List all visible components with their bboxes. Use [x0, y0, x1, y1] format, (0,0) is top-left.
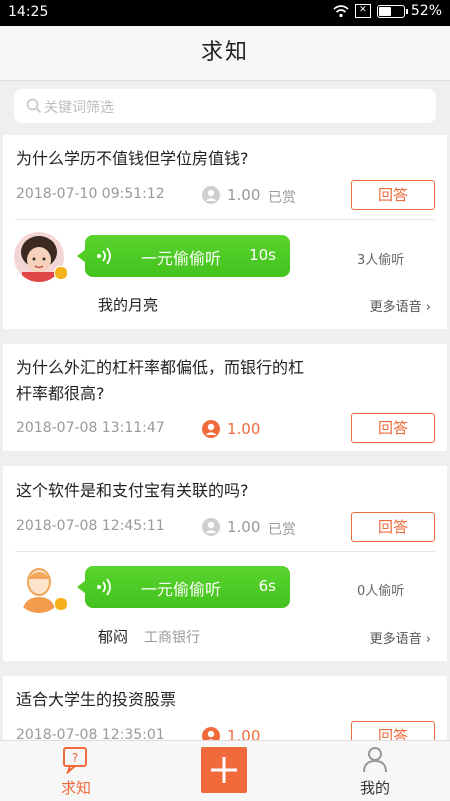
question-date: 2018-07-08 12:45:11: [16, 518, 165, 534]
sim-icon: ✕: [354, 4, 371, 18]
question-card[interactable]: 为什么学历不值钱但学位房值钱? 2018-07-10 09:51:12 1.00…: [3, 135, 447, 329]
battery-percent: 52%: [410, 3, 442, 19]
status-time: 14:25: [8, 4, 49, 20]
question-title: 这个软件是和支付宝有关联的吗?: [16, 481, 249, 500]
asker-icon: [202, 186, 220, 204]
tab-label: 求知: [60, 779, 91, 797]
answer-button[interactable]: 回答: [351, 180, 435, 210]
voice-label: 一元偷偷听: [141, 580, 222, 599]
answerer-name: 郁闷: [98, 628, 129, 646]
bottom-tab-bar: ? 求知 我的: [0, 740, 450, 801]
sound-wave-icon: [97, 578, 111, 596]
search-placeholder: 关键词筛选: [44, 100, 114, 116]
add-question-button[interactable]: [201, 747, 247, 793]
reward-status: 已赏: [268, 522, 296, 538]
voice-play-button[interactable]: 一元偷偷听 6s: [77, 566, 290, 608]
voice-duration: 6s: [258, 577, 276, 595]
search-icon: [26, 98, 42, 114]
question-title-line2: 杆率都很高?: [16, 384, 105, 403]
asker-icon: [202, 420, 220, 438]
wifi-icon: [333, 5, 349, 18]
tab-mine[interactable]: 我的: [335, 741, 415, 801]
reward-amount: 1.00: [227, 186, 261, 204]
voice-label: 一元偷偷听: [141, 249, 222, 268]
divider: [15, 219, 435, 220]
reward-amount: 1.00: [227, 518, 261, 536]
more-voice-link[interactable]: 更多语音 ›: [370, 628, 431, 647]
plus-icon: [211, 757, 237, 783]
answerer-org: 工商银行: [144, 630, 200, 646]
sound-wave-icon: [97, 247, 111, 265]
tab-label: 我的: [359, 779, 390, 797]
answer-button[interactable]: 回答: [351, 721, 435, 740]
question-bubble-icon: ?: [63, 747, 87, 774]
answer-button[interactable]: 回答: [351, 512, 435, 542]
divider: [15, 551, 435, 552]
search-input[interactable]: 关键词筛选: [14, 89, 436, 123]
question-date: 2018-07-08 13:11:47: [16, 420, 165, 436]
reward-amount: 1.00: [227, 727, 261, 740]
title-bar: 求知: [0, 26, 450, 81]
voice-play-button[interactable]: 一元偷偷听 10s: [77, 235, 290, 277]
status-bar: 14:25 ✕ 52%: [0, 0, 450, 26]
svg-text:?: ?: [72, 751, 78, 765]
asker-icon: [202, 518, 220, 536]
question-card[interactable]: 适合大学生的投资股票 2018-07-08 12:35:01 1.00 回答: [3, 676, 447, 740]
more-voice-link[interactable]: 更多语音 ›: [370, 296, 431, 315]
asker-icon: [202, 727, 220, 740]
listener-count: 3人偷听: [357, 253, 405, 268]
voice-duration: 10s: [249, 246, 276, 264]
reward-amount: 1.00: [227, 420, 261, 438]
question-card[interactable]: 为什么外汇的杠杆率都偏低，而银行的杠 杆率都很高? 2018-07-08 13:…: [3, 344, 447, 451]
answer-button[interactable]: 回答: [351, 413, 435, 443]
status-icons: ✕ 52%: [333, 3, 442, 19]
question-card[interactable]: 这个软件是和支付宝有关联的吗? 2018-07-08 12:45:11 1.00…: [3, 466, 447, 661]
reward-status: 已赏: [268, 190, 296, 206]
question-date: 2018-07-08 12:35:01: [16, 727, 165, 740]
verified-badge-icon: [54, 266, 68, 280]
question-date: 2018-07-10 09:51:12: [16, 186, 165, 202]
answerer-name: 我的月亮: [98, 296, 159, 314]
question-title: 适合大学生的投资股票: [16, 690, 177, 709]
battery-icon: [376, 4, 408, 18]
listener-count: 0人偷听: [357, 584, 405, 599]
tab-qiuzhi[interactable]: ? 求知: [36, 741, 116, 801]
page-title: 求知: [200, 40, 249, 65]
question-title: 为什么学历不值钱但学位房值钱?: [16, 149, 249, 168]
user-icon: [363, 747, 387, 773]
verified-badge-icon: [54, 597, 68, 611]
question-title-line1: 为什么外汇的杠杆率都偏低，而银行的杠: [16, 358, 305, 377]
